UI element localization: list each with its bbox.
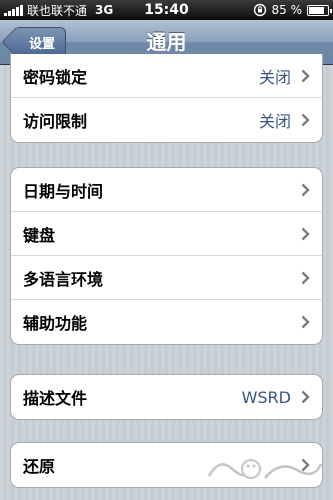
chevron-right-icon [301, 315, 310, 329]
settings-row-international[interactable]: 多语言环境 [11, 256, 322, 300]
row-label: 辅助功能 [23, 314, 88, 333]
row-label: 多语言环境 [23, 269, 104, 289]
carrier-name: 联也联不通 [27, 3, 88, 18]
row-value: WSRD [241, 387, 291, 407]
settings-row-accessibility[interactable]: 辅助功能 [11, 300, 322, 344]
row-label: 日期与时间 [23, 181, 104, 201]
profile-group: 描述文件 WSRD [10, 374, 323, 420]
status-bar: 联也联不通 3G 15:40 85 % [0, 0, 333, 20]
row-value: 关闭 [258, 112, 291, 131]
system-group: 日期与时间 键盘 多语言环境 辅助功能 [10, 167, 323, 345]
row-label: 访问限制 [23, 112, 88, 131]
settings-row-reset[interactable]: 还原 [11, 443, 322, 487]
security-group: 密码锁定 关闭 访问限制 关闭 [10, 54, 323, 143]
signal-strength-icon [4, 4, 23, 16]
settings-row-keyboard[interactable]: 键盘 [11, 212, 322, 256]
row-label: 还原 [23, 457, 56, 476]
chevron-right-icon [301, 227, 310, 240]
reset-group: 还原 [10, 442, 323, 488]
row-value: 关闭 [258, 67, 291, 87]
row-label: 键盘 [23, 225, 56, 245]
chevron-right-icon [301, 390, 310, 404]
settings-row-passcode-lock[interactable]: 密码锁定 关闭 [11, 54, 322, 98]
orientation-lock-icon [253, 3, 266, 17]
chevron-right-icon [301, 69, 310, 82]
chevron-right-icon [301, 183, 310, 196]
settings-row-restrictions[interactable]: 访问限制 关闭 [11, 98, 322, 142]
network-type: 3G [95, 3, 114, 17]
battery-percent: 85 % [271, 3, 303, 17]
settings-row-date-time[interactable]: 日期与时间 [11, 168, 322, 212]
settings-row-profile[interactable]: 描述文件 WSRD [11, 375, 322, 419]
row-label: 描述文件 [23, 389, 88, 408]
battery-icon [307, 4, 332, 16]
chevron-right-icon [301, 113, 310, 127]
row-label: 密码锁定 [23, 67, 88, 87]
chevron-right-icon [301, 271, 310, 284]
chevron-right-icon [301, 458, 310, 472]
